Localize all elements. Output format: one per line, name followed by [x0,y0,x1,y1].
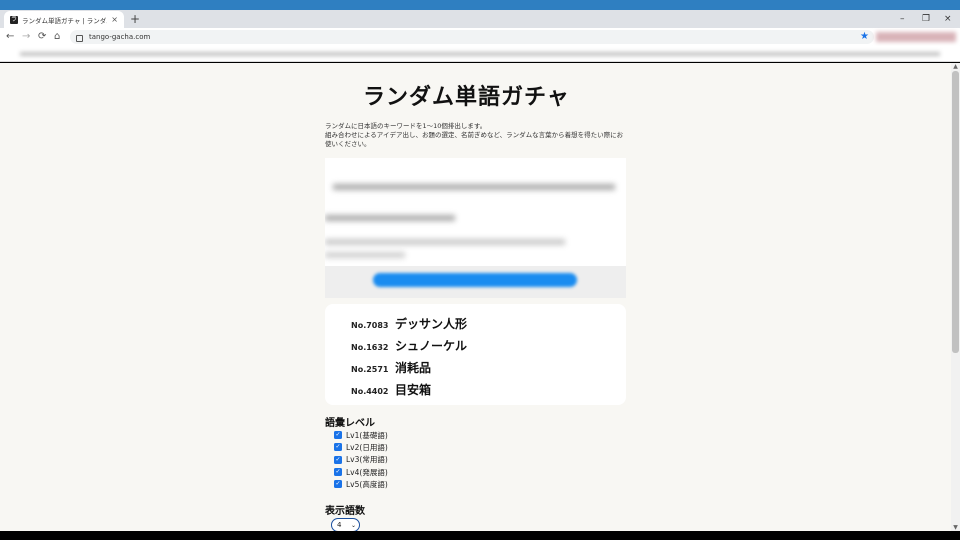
checkbox-checked-icon[interactable]: ✓ [334,468,342,477]
level-checkbox-lv2[interactable]: ✓ Lv2(日用語) [334,441,388,453]
browser-tabstrip: ラ ランダム単語ガチャ | ランダムに日本語 × + – ❐ × [0,10,960,28]
level-checkbox-lv1[interactable]: ✓ Lv1(基礎語) [334,429,388,441]
scroll-thumb[interactable] [952,71,959,353]
forward-icon[interactable]: → [22,30,30,44]
advertisement[interactable] [325,158,626,298]
level-checkbox-lv3[interactable]: ✓ Lv3(常用語) [334,454,388,466]
bookmark-star-icon[interactable]: ★ [860,30,869,44]
address-url: tango-gacha.com [89,33,151,41]
address-bar[interactable]: tango-gacha.com [70,30,874,44]
list-item: No.2571 消耗品 [351,359,431,376]
page-description: ランダムに日本語のキーワードを1〜10個排出します。 組み合わせによるアイデア出… [325,122,627,149]
scroll-down-icon[interactable]: ▼ [952,524,959,531]
chevron-down-icon: ⌄ [350,521,356,529]
checkbox-checked-icon[interactable]: ✓ [334,455,342,464]
blurred-extensions [876,32,956,42]
word-text: 消耗品 [395,361,432,375]
checkbox-label: Lv3(常用語) [346,455,388,465]
checkbox-label: Lv4(発展語) [346,467,388,477]
word-text: シュノーケル [395,339,468,353]
description-line: 組み合わせによるアイデア出し、お題の選定、名前ぎめなど、ランダムな言葉から着想を… [325,131,624,148]
blurred-bookmarks [20,52,940,56]
word-text: デッサン人形 [395,317,468,331]
checkbox-label: Lv1(基礎語) [346,430,388,440]
checkbox-checked-icon[interactable]: ✓ [334,431,342,440]
level-section-title: 語彙レベル [325,418,375,429]
page-title: ランダム単語ガチャ [363,85,570,110]
page-viewport: ランダム単語ガチャ ランダムに日本語のキーワードを1〜10個排出します。 組み合… [0,63,951,531]
result-card: No.7083 デッサン人形 No.1632 シュノーケル No.2571 消耗… [325,304,626,405]
list-item: No.4402 目安箱 [351,381,431,398]
new-tab-icon[interactable]: + [130,12,140,26]
list-item: No.1632 シュノーケル [351,337,467,354]
level-checkbox-lv5[interactable]: ✓ Lv5(高度語) [334,478,388,490]
ad-button[interactable] [373,273,577,287]
checkbox-checked-icon[interactable]: ✓ [334,443,342,452]
checkbox-checked-icon[interactable]: ✓ [334,480,342,489]
os-top-strip [0,0,960,10]
word-text: 目安箱 [395,383,432,397]
ad-blur-line [333,184,615,190]
reload-icon[interactable]: ⟳ [38,30,46,44]
select-value: 4 [337,521,342,529]
count-section-title: 表示語数 [325,506,365,517]
scroll-up-icon[interactable]: ▲ [952,63,959,70]
browser-toolbar: ← → ⟳ ⌂ tango-gacha.com ★ [0,28,960,46]
level-checklist: ✓ Lv1(基礎語) ✓ Lv2(日用語) ✓ Lv3(常用語) ✓ Lv4(発… [334,429,388,490]
checkbox-label: Lv2(日用語) [346,442,388,452]
ad-blur-line [325,215,455,221]
ad-blur-line [325,252,405,258]
home-icon[interactable]: ⌂ [54,30,60,44]
tab-close-icon[interactable]: × [111,15,118,24]
browser-tab-active[interactable]: ラ ランダム単語ガチャ | ランダムに日本語 × [4,11,124,28]
window-close-icon[interactable]: × [944,12,952,26]
word-number: No.7083 [351,321,389,330]
ad-footer [325,266,626,298]
word-number: No.2571 [351,365,389,374]
back-icon[interactable]: ← [6,30,14,44]
word-number: No.1632 [351,343,389,352]
site-favicon-icon: ラ [10,15,18,24]
ad-blur-line [325,239,565,245]
level-checkbox-lv4[interactable]: ✓ Lv4(発展語) [334,466,388,478]
window-maximize-icon[interactable]: ❐ [922,12,930,26]
word-number: No.4402 [351,387,389,396]
tab-title: ランダム単語ガチャ | ランダムに日本語 [22,16,107,25]
bookmarks-bar [0,46,960,62]
list-item: No.7083 デッサン人形 [351,315,467,332]
checkbox-label: Lv5(高度語) [346,479,388,489]
lock-icon [76,34,83,42]
word-count-select[interactable]: 4 ⌄ [331,518,360,531]
os-bottom-strip [0,531,960,540]
description-line: ランダムに日本語のキーワードを1〜10個排出します。 [325,122,487,130]
page-scrollbar[interactable]: ▲ ▼ [951,63,960,531]
window-minimize-icon[interactable]: – [900,12,905,26]
